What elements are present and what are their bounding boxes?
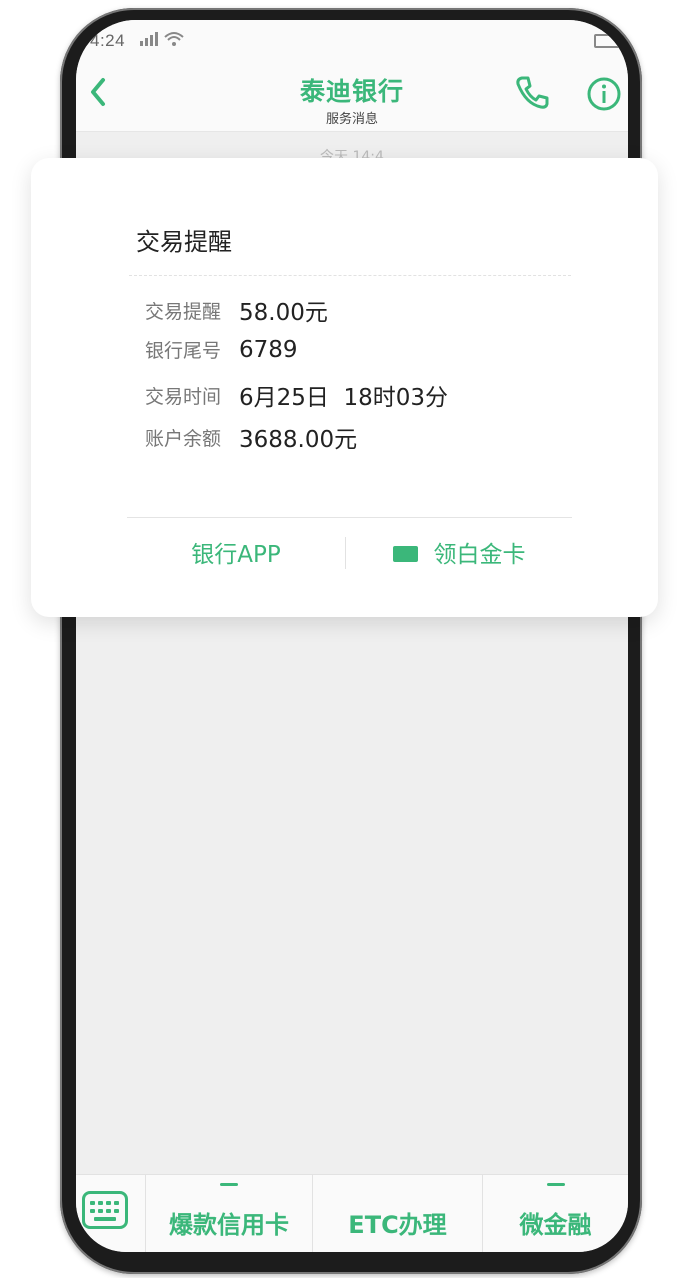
keyboard-icon	[82, 1191, 128, 1229]
menu-item-label: 爆款信用卡	[169, 1211, 289, 1239]
detail-label: 账户余额	[145, 427, 222, 450]
detail-value: 58.00元	[239, 300, 328, 326]
bottom-menu-bar: 爆款信用卡 ETC办理 微金融	[76, 1174, 628, 1252]
info-icon[interactable]	[586, 76, 622, 112]
menu-item-label: 微金融	[519, 1211, 592, 1239]
detail-label: 交易提醒	[145, 300, 222, 323]
detail-row-time: 交易时间 6月25日 18时03分	[145, 378, 448, 411]
platinum-card-link[interactable]: 领白金卡	[346, 533, 572, 577]
detail-label: 交易时间	[145, 385, 222, 408]
detail-value: 6789	[239, 336, 298, 363]
detail-value: 3688.00元	[239, 427, 358, 453]
keyboard-toggle-button[interactable]	[76, 1175, 146, 1252]
card-divider	[129, 275, 571, 276]
menu-item-micro-finance[interactable]: 微金融	[483, 1175, 628, 1252]
nav-subtitle: 服务消息	[325, 112, 378, 127]
card-divider	[127, 517, 572, 518]
card-title: 交易提醒	[136, 228, 232, 256]
nav-bar: 泰迪银行 服务消息	[76, 60, 628, 132]
card-icon	[392, 545, 418, 562]
detail-value: 6月25日 18时03分	[239, 385, 449, 411]
bank-app-link[interactable]: 银行APP	[127, 533, 345, 577]
platinum-card-label: 领白金卡	[433, 542, 526, 568]
phone-call-icon[interactable]	[514, 74, 550, 110]
status-bar: 4:24	[76, 20, 628, 60]
submenu-indicator	[220, 1183, 238, 1186]
status-time: 4:24	[90, 31, 126, 50]
menu-item-label: ETC办理	[348, 1211, 447, 1239]
detail-label: 银行尾号	[145, 340, 222, 362]
menu-item-credit-card[interactable]: 爆款信用卡	[146, 1175, 313, 1252]
menu-item-etc[interactable]: ETC办理	[313, 1175, 483, 1252]
detail-row-account: 银行尾号 6789	[145, 336, 298, 366]
detail-row-balance: 账户余额 3688.00元	[145, 420, 357, 453]
detail-row-amount: 交易提醒 58.00元	[145, 293, 328, 326]
battery-icon	[594, 34, 622, 48]
wifi-icon	[164, 32, 184, 46]
transaction-alert-card: 交易提醒 交易提醒 58.00元 银行尾号 6789 交易时间 6月25日 18时03…	[31, 158, 658, 617]
submenu-indicator	[546, 1183, 565, 1186]
signal-icon	[140, 32, 158, 46]
